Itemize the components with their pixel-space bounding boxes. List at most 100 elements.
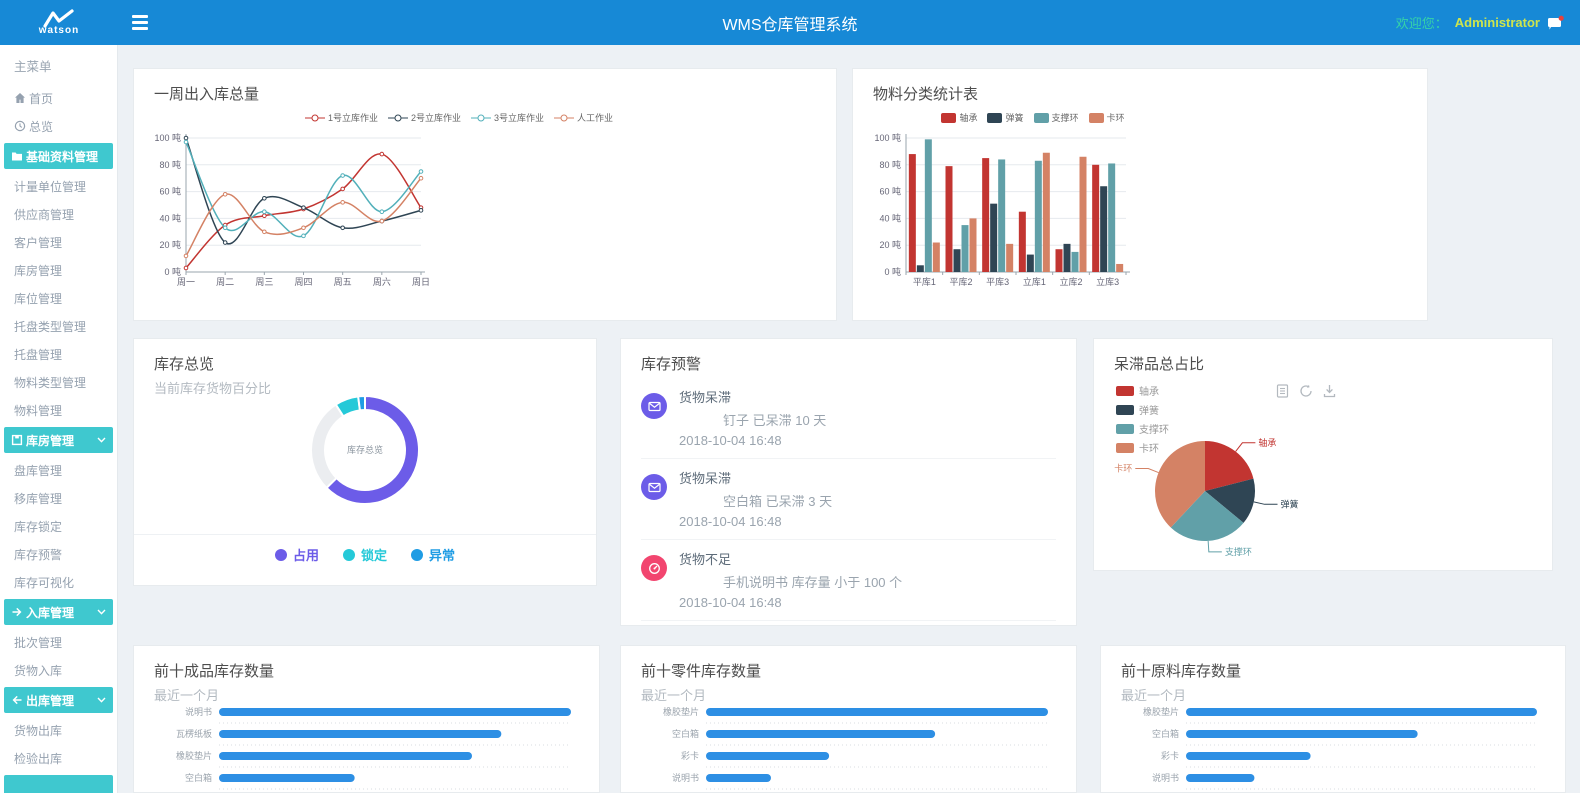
legend-label: 1号立库作业	[328, 111, 378, 124]
card-inventory-overview: 库存总览 当前库存货物百分比 库存总览 占用锁定异常	[133, 338, 597, 586]
sidebar-item-unit-mgmt[interactable]: 计量单位管理	[0, 172, 117, 200]
sidebar-item-supplier-mgmt[interactable]: 供应商管理	[0, 200, 117, 228]
inventory-donut-chart: 库存总览	[284, 375, 454, 525]
svg-text:彩卡: 彩卡	[681, 750, 699, 761]
sidebar-item-stock-lock[interactable]: 库存锁定	[0, 512, 117, 540]
svg-text:60 吨: 60 吨	[879, 186, 901, 197]
svg-text:周五: 周五	[334, 277, 352, 287]
sidebar-item-transfer-mgmt[interactable]: 移库管理	[0, 484, 117, 512]
overview-icon	[14, 120, 26, 132]
svg-text:彩卡: 彩卡	[1161, 750, 1179, 761]
alert-detail: 空白箱 已呆滞 3 天	[723, 491, 1056, 510]
svg-text:100 吨: 100 吨	[154, 132, 181, 143]
svg-text:弹簧: 弹簧	[1281, 498, 1299, 509]
legend-item[interactable]: 轴承	[941, 111, 977, 124]
chart-toolbox	[1276, 384, 1336, 398]
folder-icon	[11, 151, 23, 162]
svg-text:卡环: 卡环	[1114, 463, 1132, 474]
sidebar-item-label: 基础资料管理	[26, 148, 98, 165]
sidebar-item-label: 出库管理	[26, 692, 74, 709]
svg-text:20 吨: 20 吨	[159, 239, 181, 250]
legend-item[interactable]: 异常	[411, 545, 455, 564]
sidebar-section-label: 主菜单	[0, 45, 117, 84]
legend-item[interactable]: 占用	[275, 545, 319, 564]
legend-swatch	[941, 113, 956, 123]
legend-item[interactable]: 弹簧	[1116, 402, 1169, 417]
sidebar-item-label: 货物出库	[14, 722, 62, 739]
alert-icon	[641, 555, 667, 581]
legend-item[interactable]: 卡环	[1089, 111, 1125, 124]
sidebar-item-stock-alert[interactable]: 库存预警	[0, 540, 117, 568]
legend-dot	[411, 549, 423, 561]
sidebar-item-goods-inbound[interactable]: 货物入库	[0, 656, 117, 684]
legend-item[interactable]: 人工作业	[554, 111, 613, 124]
sidebar-item-warehouse-mgmt[interactable]: 库房管理	[0, 256, 117, 284]
legend-line-marker	[305, 113, 325, 123]
message-icon[interactable]	[1547, 15, 1564, 30]
legend-item[interactable]: 3号立库作业	[471, 111, 544, 124]
svg-text:支撑环: 支撑环	[1225, 546, 1252, 557]
sidebar-item-batch-mgmt[interactable]: 批次管理	[0, 628, 117, 656]
alert-kind: 货物不足	[679, 549, 1056, 568]
svg-text:立库1: 立库1	[1023, 276, 1046, 287]
sidebar-group-outbound[interactable]: 出库管理	[4, 687, 113, 713]
sidebar-item-stocktake-mgmt[interactable]: 盘库管理	[0, 456, 117, 484]
page-title: WMS仓库管理系统	[0, 11, 1580, 35]
menu-toggle-button[interactable]	[132, 15, 148, 30]
card-inventory-alerts: 库存预警 货物呆滞钉子 已呆滞 10 天2018-10-04 16:48货物呆滞…	[620, 338, 1077, 626]
username[interactable]: Administrator	[1455, 15, 1540, 30]
sidebar-item-home[interactable]: 首页	[0, 84, 117, 112]
svg-text:平库2: 平库2	[949, 276, 972, 287]
alert-item: 货物不足手机说明书 库存量 小于 100 个2018-10-04 16:48	[641, 540, 1056, 621]
sidebar-item-material-type-mgmt[interactable]: 物料类型管理	[0, 368, 117, 396]
sidebar-item-inspect-outbound[interactable]: 检验出库	[0, 744, 117, 772]
alert-kind: 货物呆滞	[679, 468, 1056, 487]
sidebar-group-inbound[interactable]: 入库管理	[4, 599, 113, 625]
svg-text:100 吨: 100 吨	[874, 132, 901, 143]
sidebar-group-basic-data[interactable]: 基础资料管理	[4, 143, 113, 169]
legend-item[interactable]: 2号立库作业	[388, 111, 461, 124]
legend-item[interactable]: 1号立库作业	[305, 111, 378, 124]
sidebar-item-label: 托盘管理	[14, 346, 62, 363]
svg-text:橡胶垫片: 橡胶垫片	[663, 706, 699, 717]
sidebar-item-location-mgmt[interactable]: 库位管理	[0, 284, 117, 312]
legend-item[interactable]: 支撑环	[1034, 111, 1079, 124]
sidebar-item-goods-outbound[interactable]: 货物出库	[0, 716, 117, 744]
card-title: 物料分类统计表	[853, 69, 1427, 104]
legend-item[interactable]: 锁定	[343, 545, 387, 564]
data-view-icon[interactable]	[1276, 384, 1289, 398]
card-title: 一周出入库总量	[134, 69, 836, 104]
mail-icon	[641, 474, 667, 500]
sidebar-item-label: 库位管理	[14, 290, 62, 307]
sidebar-item-pallet-mgmt[interactable]: 托盘管理	[0, 340, 117, 368]
sidebar-item-label: 总览	[29, 118, 53, 135]
download-icon[interactable]	[1323, 384, 1336, 398]
alert-item: 货物呆滞钉子 已呆滞 10 天2018-10-04 16:48	[641, 378, 1056, 459]
sidebar-item-label: 客户管理	[14, 234, 62, 251]
svg-text:说明书: 说明书	[1152, 772, 1179, 783]
card-material-category-stats: 物料分类统计表 轴承弹簧支撑环卡环 0 吨20 吨40 吨60 吨80 吨100…	[852, 68, 1428, 321]
sidebar-item-label: 批次管理	[14, 634, 62, 651]
svg-text:周四: 周四	[294, 277, 312, 287]
svg-text:40 吨: 40 吨	[879, 212, 901, 223]
top-raw-hbar-chart: 橡胶垫片空白箱彩卡说明书	[1116, 694, 1552, 793]
chevron-down-icon	[97, 609, 113, 615]
sidebar-item-stock-visual[interactable]: 库存可视化	[0, 568, 117, 596]
refresh-icon[interactable]	[1299, 384, 1313, 398]
alert-detail: 钉子 已呆滞 10 天	[723, 410, 1056, 429]
sidebar-item-material-mgmt[interactable]: 物料管理	[0, 396, 117, 424]
svg-text:周二: 周二	[216, 277, 234, 287]
stagnant-pie-chart: 轴承弹簧支撑环卡环	[1114, 417, 1414, 569]
sidebar-item-pallet-type-mgmt[interactable]: 托盘类型管理	[0, 312, 117, 340]
sidebar-group-partial[interactable]	[4, 775, 113, 793]
sidebar-group-warehouse[interactable]: 库房管理	[4, 427, 113, 453]
material-chart-legend: 轴承弹簧支撑环卡环	[948, 111, 1118, 124]
svg-text:40 吨: 40 吨	[159, 212, 181, 223]
sidebar-item-customer-mgmt[interactable]: 客户管理	[0, 228, 117, 256]
legend-item[interactable]: 轴承	[1116, 383, 1169, 398]
sidebar-item-overview[interactable]: 总览	[0, 112, 117, 140]
legend-label: 锁定	[361, 545, 387, 564]
legend-label: 轴承	[1139, 383, 1159, 398]
legend-item[interactable]: 弹簧	[987, 111, 1023, 124]
svg-text:说明书: 说明书	[672, 772, 699, 783]
